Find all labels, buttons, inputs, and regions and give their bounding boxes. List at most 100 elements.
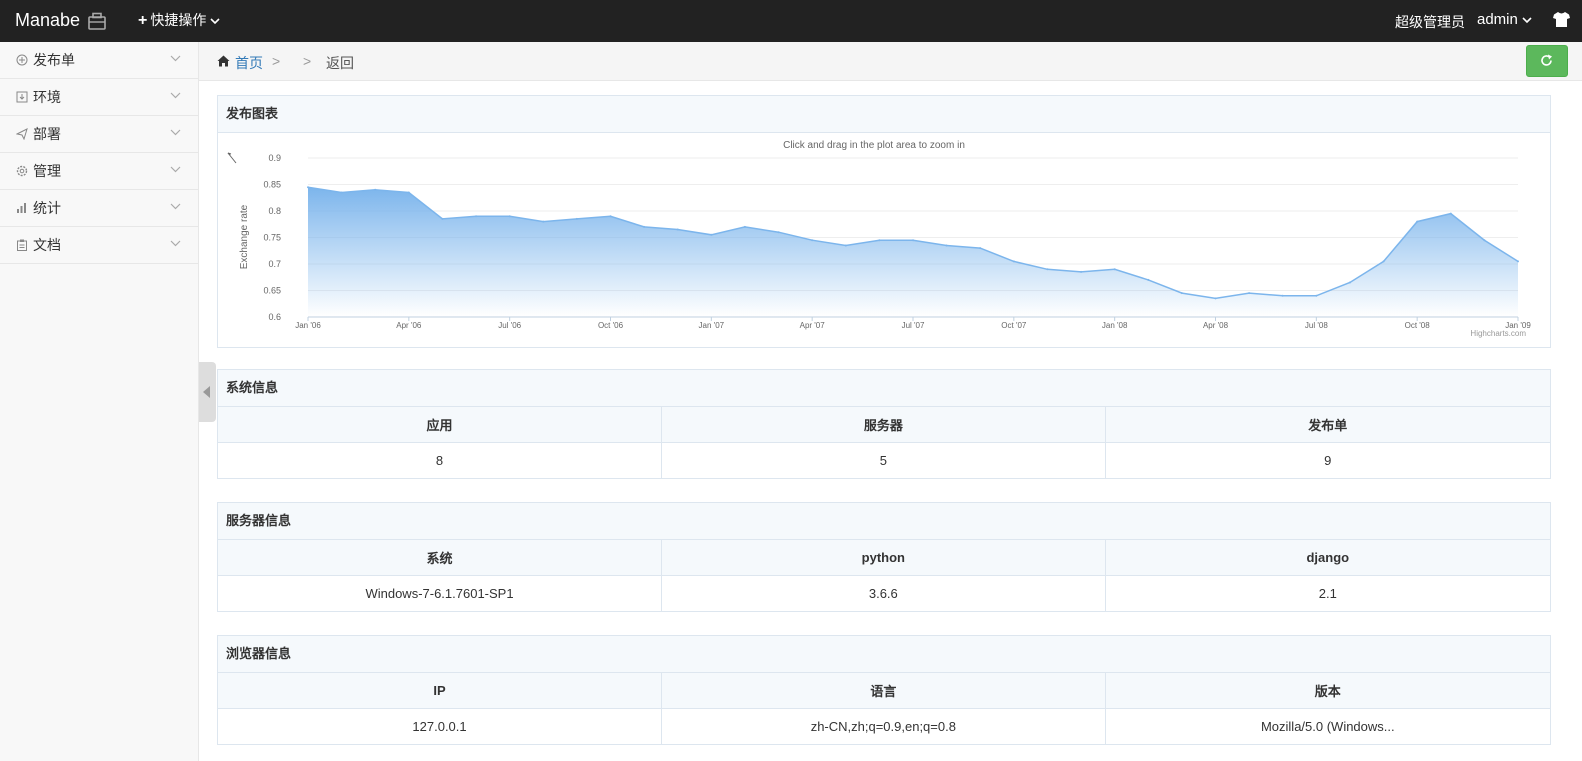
sidebar-item-manage[interactable]: 管理 (0, 153, 198, 190)
data-point[interactable] (374, 188, 377, 191)
table-cell: 5 (661, 442, 1106, 478)
send-icon (16, 128, 28, 140)
x-tick-label: Jul '06 (498, 321, 521, 330)
chevron-down-icon (170, 55, 181, 62)
data-point[interactable] (1147, 278, 1150, 281)
data-point[interactable] (844, 244, 847, 247)
data-point[interactable] (441, 217, 444, 220)
zoom-icon[interactable] (227, 152, 237, 164)
data-point[interactable] (542, 220, 545, 223)
data-point[interactable] (912, 239, 914, 242)
clipboard-icon (17, 239, 27, 251)
chevron-down-icon (1522, 16, 1532, 23)
user-menu[interactable]: admin (1477, 11, 1532, 28)
chevron-down-icon (170, 240, 181, 247)
sidebar: 发布单 环境 部署 管理 统计 文档 (0, 42, 199, 761)
x-tick-label: Jan '06 (295, 321, 321, 330)
data-point[interactable] (1214, 297, 1217, 300)
home-icon (217, 55, 230, 67)
data-point[interactable] (508, 215, 511, 218)
data-point[interactable] (1483, 239, 1486, 242)
sidebar-item-docs[interactable]: 文档 (0, 227, 198, 264)
chart-subtitle: Click and drag in the plot area to zoom … (783, 140, 965, 151)
chevron-down-icon (170, 166, 181, 173)
data-point[interactable] (1517, 260, 1519, 263)
data-point[interactable] (1248, 292, 1251, 295)
data-point[interactable] (1012, 260, 1015, 263)
bar-chart-icon (17, 203, 26, 213)
data-point[interactable] (979, 247, 982, 250)
data-point[interactable] (475, 215, 478, 218)
data-point[interactable] (811, 239, 814, 242)
x-tick-label: Jul '07 (902, 321, 925, 330)
data-point[interactable] (1281, 294, 1284, 297)
data-point[interactable] (340, 191, 343, 194)
breadcrumb: 首页 > > 返回 (199, 42, 1582, 81)
data-point[interactable] (575, 217, 578, 220)
data-point[interactable] (1046, 268, 1049, 271)
table-cell: zh-CN,zh;q=0.9,en;q=0.8 (661, 708, 1106, 744)
data-point[interactable] (1080, 270, 1083, 273)
table-header: 应用 (218, 407, 663, 443)
top-navbar: Manabe + 快捷操作 超级管理员 admin (0, 0, 1582, 42)
data-point[interactable] (1382, 260, 1385, 263)
data-point[interactable] (676, 228, 679, 231)
sidebar-item-label: 发布单 (33, 52, 75, 68)
data-point[interactable] (1180, 292, 1183, 295)
data-point[interactable] (1449, 212, 1452, 215)
table-cell: 9 (1104, 442, 1550, 478)
exchange-rate-chart[interactable]: Click and drag in the plot area to zoom … (218, 133, 1550, 347)
table-header: 语言 (661, 673, 1106, 709)
data-point[interactable] (1348, 281, 1351, 284)
sidebar-collapse-handle[interactable] (199, 362, 216, 422)
y-tick-label: 0.6 (268, 312, 281, 322)
tshirt-icon[interactable] (1553, 12, 1570, 30)
sidebar-item-label: 环境 (33, 89, 61, 105)
sidebar-item-stats[interactable]: 统计 (0, 190, 198, 227)
table-header: 服务器 (661, 407, 1106, 443)
sidebar-item-deploy[interactable]: 部署 (0, 116, 198, 153)
refresh-icon (1541, 54, 1552, 66)
quick-actions-menu[interactable]: + 快捷操作 (138, 12, 220, 29)
chart-area[interactable]: Click and drag in the plot area to zoom … (218, 133, 1550, 347)
table-header: python (661, 540, 1106, 576)
data-point[interactable] (1113, 268, 1116, 271)
breadcrumb-back-link[interactable]: 返回 (326, 53, 354, 73)
panel-title: 发布图表 (218, 96, 1550, 133)
y-axis-title: Exchange rate (239, 204, 250, 269)
sidebar-item-release[interactable]: 发布单 (0, 42, 198, 79)
data-point[interactable] (1315, 294, 1318, 297)
data-point[interactable] (777, 231, 780, 234)
x-tick-label: Jan '07 (699, 321, 725, 330)
plus-icon: + (138, 12, 148, 29)
table-row: 8 5 9 (218, 442, 1550, 478)
data-point[interactable] (307, 186, 309, 189)
data-point[interactable] (710, 233, 713, 236)
series-area[interactable] (308, 187, 1518, 317)
x-tick-label: Apr '08 (1203, 321, 1229, 330)
data-point[interactable] (945, 244, 948, 247)
data-point[interactable] (878, 239, 881, 242)
data-point[interactable] (643, 225, 646, 228)
sidebar-item-label: 部署 (33, 126, 61, 142)
data-point[interactable] (1416, 220, 1419, 223)
table-header: 发布单 (1104, 407, 1550, 443)
x-tick-label: Oct '06 (598, 321, 624, 330)
table-header: IP (218, 673, 663, 709)
y-tick-label: 0.75 (263, 233, 281, 243)
table-header: 系统 (218, 540, 663, 576)
data-point[interactable] (407, 191, 410, 194)
sidebar-item-env[interactable]: 环境 (0, 79, 198, 116)
chart-credits[interactable]: Highcharts.com (1470, 329, 1526, 338)
sidebar-item-label: 管理 (33, 163, 61, 179)
breadcrumb-home-link[interactable]: 首页 (235, 53, 263, 73)
data-point[interactable] (743, 225, 746, 228)
system-info-table: 应用 服务器 发布单 8 5 9 (218, 407, 1550, 478)
data-point[interactable] (609, 215, 612, 218)
x-tick-label: Jan '08 (1102, 321, 1128, 330)
panel-title: 系统信息 (218, 370, 1550, 407)
x-tick-label: Oct '08 (1405, 321, 1431, 330)
x-tick-label: Apr '07 (800, 321, 826, 330)
refresh-button[interactable] (1526, 45, 1568, 77)
brand-name[interactable]: Manabe (15, 10, 80, 30)
